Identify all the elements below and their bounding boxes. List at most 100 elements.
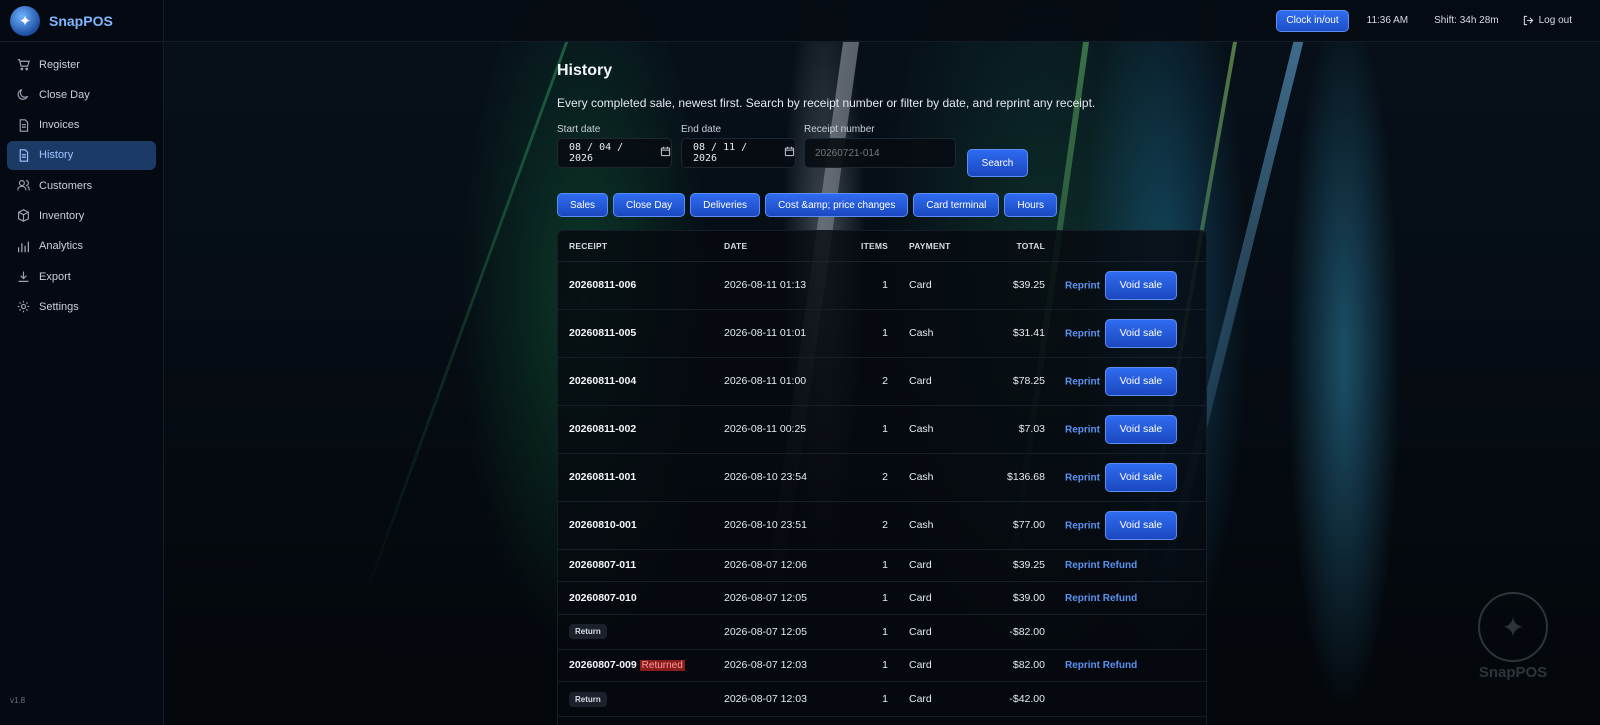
receipt-number: 20260811-004 <box>558 357 724 406</box>
sidebar-item-inventory[interactable]: Inventory <box>7 201 156 230</box>
sale-date: 2026-08-11 00:25 <box>724 405 844 454</box>
row-actions <box>1045 681 1206 717</box>
reprint-link[interactable]: Reprint <box>1065 520 1100 531</box>
reprint-link[interactable]: Reprint <box>1065 424 1100 435</box>
payment-method: Card <box>894 614 974 650</box>
payment-method: Cash <box>894 405 974 454</box>
tab-close-day[interactable]: Close Day <box>613 193 686 217</box>
row-actions: Reprint Void sale <box>1045 453 1206 502</box>
page-subtitle: Every completed sale, newest first. Sear… <box>557 96 1096 110</box>
receipt-cell: Return <box>558 681 724 717</box>
reprint-link[interactable]: Reprint <box>1065 376 1100 387</box>
tab-sales[interactable]: Sales <box>557 193 609 217</box>
clock-in-out-button[interactable]: Clock in/out <box>1276 9 1349 32</box>
calendar-icon[interactable] <box>660 146 671 160</box>
receipt-number: 20260811-002 <box>558 405 724 454</box>
reprint-link[interactable]: Reprint <box>1065 328 1100 339</box>
receipt-cell: Return <box>558 614 724 650</box>
table-row: Return 2026-08-07 12:03 1 Card -$42.00 <box>558 681 1206 717</box>
receipt-number: 20260810-001 <box>558 501 724 550</box>
receipt-number: 20260811-001 <box>558 453 724 502</box>
sidebar-nav: Register Close Day Invoices History Cust… <box>0 42 163 321</box>
void-sale-button[interactable]: Void sale <box>1104 318 1177 348</box>
reprint-refund-link[interactable]: Reprint Refund <box>1065 593 1137 604</box>
tab-card-terminal[interactable]: Card terminal <box>913 193 1000 217</box>
table-header-row: RECEIPT DATE ITEMS PAYMENT TOTAL <box>558 231 1206 262</box>
row-actions: Reprint Void sale <box>1045 405 1206 454</box>
receipt-number: 20260807-010 <box>558 581 724 615</box>
users-icon <box>16 179 30 193</box>
sidebar-item-export[interactable]: Export <box>7 262 156 291</box>
receipt-number-input[interactable] <box>804 138 956 168</box>
sale-date: 2026-08-07 12:05 <box>724 581 844 615</box>
table-row: 20260807-011 2026-08-07 12:06 1 Card $39… <box>558 549 1206 582</box>
watermark-logo-icon: ✦ <box>1478 592 1548 662</box>
sidebar-item-analytics[interactable]: Analytics <box>7 232 156 261</box>
item-count: 1 <box>844 405 894 454</box>
void-sale-button[interactable]: Void sale <box>1104 462 1177 492</box>
void-sale-button[interactable]: Void sale <box>1104 270 1177 300</box>
sidebar-item-close-day[interactable]: Close Day <box>7 80 156 109</box>
version-label: v1.8 <box>10 696 26 705</box>
reprint-refund-link[interactable]: Reprint Refund <box>1065 560 1137 571</box>
tab-deliveries[interactable]: Deliveries <box>690 193 761 217</box>
tab-hours[interactable]: Hours <box>1004 193 1058 217</box>
item-count: 1 <box>844 681 894 717</box>
brand[interactable]: ✦ SnapPOS <box>0 0 163 42</box>
table-row: 20260811-005 2026-08-11 01:01 1 Cash $31… <box>558 309 1206 358</box>
shift-duration: Shift: 34h 28m <box>1434 15 1499 26</box>
payment-method: Card <box>894 681 974 717</box>
sale-total: $78.25 <box>974 357 1045 406</box>
sales-history-table: RECEIPT DATE ITEMS PAYMENT TOTAL 2026081… <box>557 230 1207 725</box>
sidebar: ✦ SnapPOS Register Close Day Invoices Hi… <box>0 0 164 725</box>
table-row: 20260811-006 2026-08-11 01:13 1 Card $39… <box>558 261 1206 310</box>
sale-total: $77.00 <box>974 501 1045 550</box>
sale-date: 2026-08-07 12:06 <box>724 549 844 582</box>
sale-date: 2026-08-10 23:54 <box>724 453 844 502</box>
document-icon <box>16 148 30 162</box>
void-sale-button[interactable]: Void sale <box>1104 414 1177 444</box>
logout-button[interactable]: Log out <box>1523 15 1572 26</box>
return-badge: Return <box>569 624 607 639</box>
sale-total: $39.25 <box>974 549 1045 582</box>
reprint-refund-link[interactable]: Reprint Refund <box>1065 660 1137 671</box>
brand-logo-icon: ✦ <box>10 5 40 36</box>
calendar-icon[interactable] <box>784 146 795 160</box>
sale-total: -$42.00 <box>974 681 1045 717</box>
sidebar-item-label: Analytics <box>39 240 84 253</box>
search-button[interactable]: Search <box>967 149 1028 177</box>
item-count: 2 <box>844 357 894 406</box>
sale-date: 2026-08-10 23:51 <box>724 501 844 550</box>
row-actions: Reprint Void sale <box>1045 357 1206 406</box>
void-sale-button[interactable]: Void sale <box>1104 510 1177 540</box>
end-date-input[interactable]: 08 / 11 / 2026 <box>681 138 796 168</box>
sidebar-item-register[interactable]: Register <box>7 50 156 79</box>
current-time: 11:36 AM <box>1366 15 1409 26</box>
void-sale-button[interactable]: Void sale <box>1104 366 1177 396</box>
sidebar-item-customers[interactable]: Customers <box>7 171 156 200</box>
gear-icon <box>16 300 30 314</box>
sidebar-item-settings[interactable]: Settings <box>7 292 156 321</box>
table-row: 20260811-002 2026-08-11 00:25 1 Cash $7.… <box>558 405 1206 454</box>
payment-method: Card <box>894 261 974 310</box>
history-tabs: Sales Close Day Deliveries Cost &amp; pr… <box>557 193 1062 217</box>
tab-cost-price-changes[interactable]: Cost &amp; price changes <box>765 193 909 217</box>
sale-date: 2026-08-11 01:01 <box>724 309 844 358</box>
sidebar-item-invoices[interactable]: Invoices <box>7 111 156 140</box>
box-icon <box>16 209 30 223</box>
item-count: 1 <box>844 261 894 310</box>
sale-total: $39.25 <box>974 261 1045 310</box>
row-actions <box>1045 614 1206 650</box>
row-actions: Reprint Refund <box>1045 549 1206 582</box>
sale-date: 2026-08-07 12:03 <box>724 681 844 717</box>
sidebar-item-history[interactable]: History <box>7 140 156 170</box>
start-date-input[interactable]: 08 / 04 / 2026 <box>557 138 672 168</box>
column-header-receipt: RECEIPT <box>558 231 724 262</box>
cart-icon <box>16 58 30 72</box>
reprint-link[interactable]: Reprint <box>1065 472 1100 483</box>
receipt-cell: 20260807-009 Returned <box>558 649 724 682</box>
reprint-link[interactable]: Reprint <box>1065 280 1100 291</box>
column-header-actions <box>1045 231 1206 262</box>
receipt-number: 20260807-011 <box>558 549 724 582</box>
start-date-label: Start date <box>557 124 601 135</box>
